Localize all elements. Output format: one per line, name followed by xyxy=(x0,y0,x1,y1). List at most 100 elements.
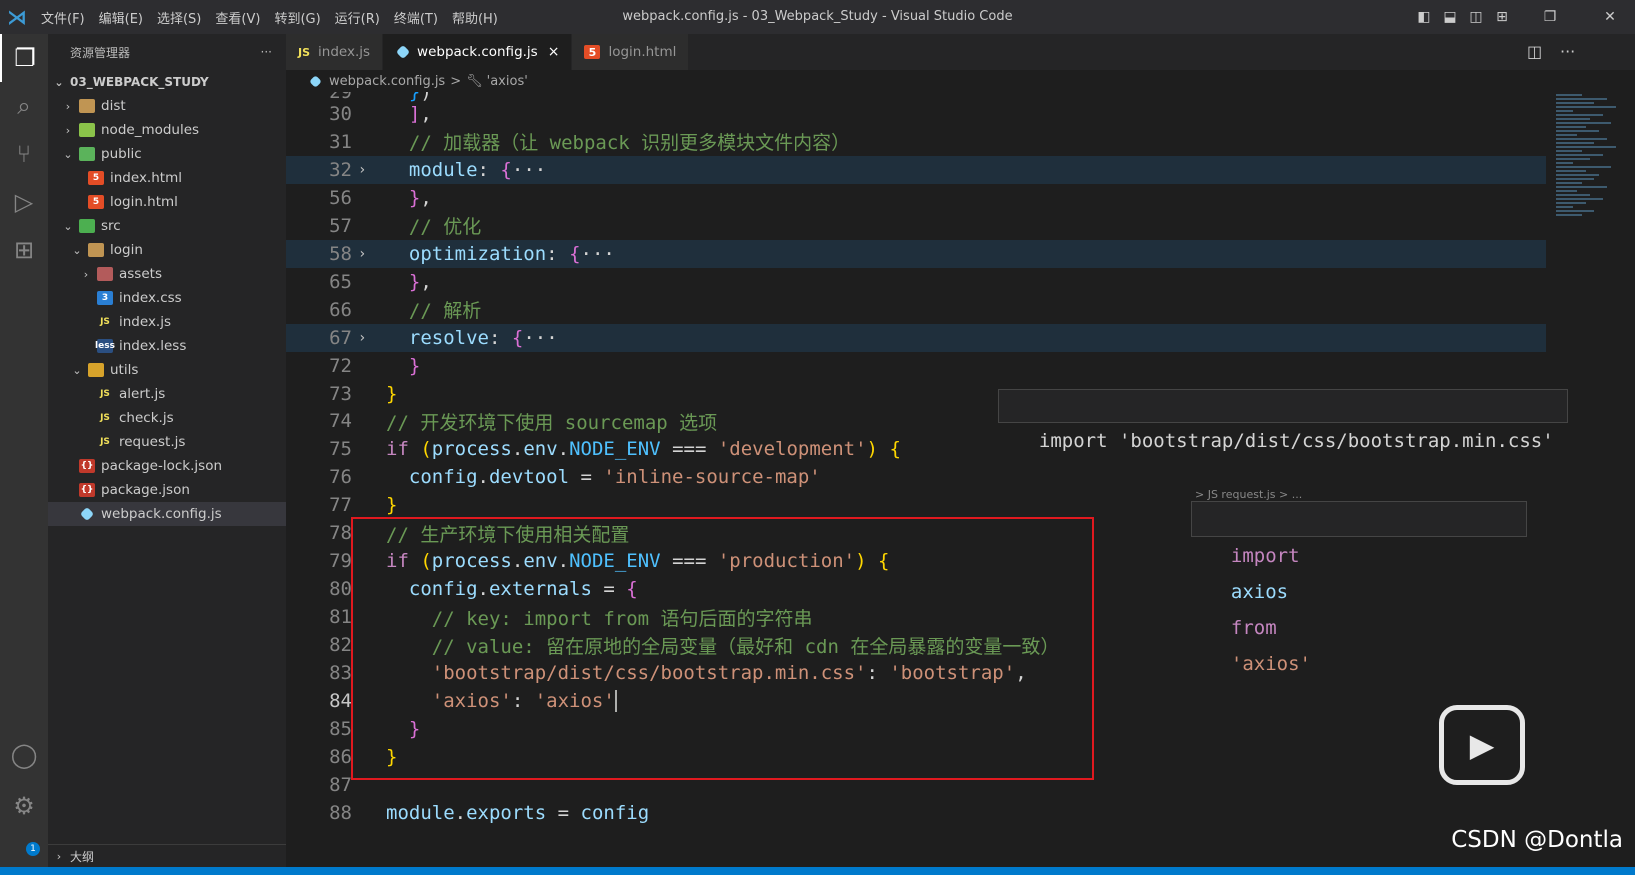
fold-chevron-icon[interactable]: › xyxy=(358,330,370,346)
chevron-down-icon: ⌄ xyxy=(63,147,73,161)
code-line[interactable]: 88 module.exports = config xyxy=(286,799,1546,827)
code-line[interactable]: 66 // 解析 xyxy=(286,296,1546,324)
menu-item[interactable]: 编辑(E) xyxy=(92,8,150,27)
menu-item[interactable]: 选择(S) xyxy=(150,8,208,27)
code-line[interactable]: 56 }, xyxy=(286,184,1546,212)
tree-item[interactable]: ⌄ public xyxy=(48,142,286,166)
tree-item[interactable]: JS check.js xyxy=(48,406,286,430)
menu-item[interactable]: 文件(F) xyxy=(34,8,92,27)
toggle-panel-icon[interactable]: ⬓ xyxy=(1437,0,1463,34)
fold-chevron-icon[interactable]: › xyxy=(358,162,370,178)
explorer-icon[interactable]: ❐ xyxy=(0,34,48,82)
search-icon[interactable]: ⌕ xyxy=(0,82,48,130)
code-editor[interactable]: 29 }) 30 ], 31 // 加载器（让 webpack 识别更多模块文件内容… xyxy=(286,92,1635,867)
code-token: , xyxy=(420,270,432,293)
code-line[interactable]: 83 'bootstrap/dist/css/bootstrap.min.css… xyxy=(286,659,1546,687)
code-line[interactable]: 30 ], xyxy=(286,100,1546,128)
minimap-line xyxy=(1556,154,1603,156)
run-debug-icon[interactable]: ▷ xyxy=(0,178,48,226)
js-file-icon: JS xyxy=(100,437,110,447)
split-editor-icon[interactable]: ◫ xyxy=(1527,34,1542,70)
breadcrumb-symbol[interactable]: 'axios' xyxy=(487,74,528,89)
tree-item[interactable]: JS request.js xyxy=(48,430,286,454)
code-line[interactable]: 76 config.devtool = 'inline-source-map' xyxy=(286,463,1546,491)
menu-item[interactable]: 运行(R) xyxy=(328,8,387,27)
tree-item[interactable]: {} package-lock.json xyxy=(48,454,286,478)
code-line[interactable]: 31 // 加载器（让 webpack 识别更多模块文件内容） xyxy=(286,128,1546,156)
code-line[interactable]: 32 › module: {··· xyxy=(286,155,1546,184)
customize-layout-icon[interactable]: ⊞ xyxy=(1489,0,1515,34)
minimap-line xyxy=(1556,134,1578,136)
code-content: // 加载器（让 webpack 识别更多模块文件内容） xyxy=(386,128,850,155)
tree-item[interactable]: 3 index.css xyxy=(48,286,286,310)
editor-tab[interactable]: 5 login.html xyxy=(572,34,690,70)
code-token: env xyxy=(523,550,558,573)
tree-item[interactable]: {} package.json xyxy=(48,478,286,502)
code-line[interactable]: 87 xyxy=(286,771,1546,799)
tree-item[interactable]: ⌄ login xyxy=(48,238,286,262)
code-token: 'axios' xyxy=(534,689,615,712)
tree-item[interactable]: › assets xyxy=(48,262,286,286)
close-window-icon[interactable]: ✕ xyxy=(1585,0,1635,34)
code-line[interactable]: 57 // 优化 xyxy=(286,212,1546,240)
editor-tab[interactable]: JS index.js xyxy=(286,34,384,70)
code-token: 'axios' xyxy=(431,689,512,712)
code-content: } xyxy=(386,355,420,377)
tree-item[interactable]: ⌄ src xyxy=(48,214,286,238)
code-line[interactable]: 65 }, xyxy=(286,268,1546,296)
code-line[interactable]: 80 config.externals = { xyxy=(286,575,1546,603)
extensions-icon[interactable]: ⊞ xyxy=(0,226,48,274)
tree-item[interactable]: › dist xyxy=(48,94,286,118)
tree-item[interactable]: 5 index.html xyxy=(48,166,286,190)
close-tab-icon[interactable]: × xyxy=(548,44,560,60)
editor-tab[interactable]: webpack.config.js × xyxy=(383,34,573,70)
webpack-file-icon xyxy=(395,44,411,60)
code-token: ( xyxy=(420,550,432,573)
code-line[interactable]: 84 'axios': 'axios' xyxy=(286,687,1546,715)
code-token: = xyxy=(546,801,581,824)
code-line[interactable]: 72 } xyxy=(286,352,1546,380)
tree-item[interactable]: › node_modules xyxy=(48,118,286,142)
code-line[interactable]: 86} xyxy=(286,743,1546,771)
source-control-icon[interactable]: ⑂ xyxy=(0,130,48,178)
code-line[interactable]: 82 // value: 留在原地的全局变量（最好和 cdn 在全局暴露的变量一… xyxy=(286,631,1546,659)
line-number: 86 xyxy=(329,745,352,768)
menu-item[interactable]: 终端(T) xyxy=(387,8,445,27)
breadcrumb-file[interactable]: webpack.config.js xyxy=(329,74,445,89)
menu-item[interactable]: 帮助(H) xyxy=(445,8,505,27)
workspace-root[interactable]: ⌄ 03_WEBPACK_STUDY xyxy=(48,70,286,94)
code-line[interactable]: 67 › resolve: {··· xyxy=(286,323,1546,352)
tree-item[interactable]: less index.less xyxy=(48,334,286,358)
code-line[interactable]: 85 } xyxy=(286,715,1546,743)
code-line[interactable]: 79 if (process.env.NODE_ENV === 'producti… xyxy=(286,547,1546,575)
restore-window-icon[interactable]: ❐ xyxy=(1515,0,1585,34)
code-token: } xyxy=(386,494,398,517)
code-token: { xyxy=(878,550,890,573)
code-content: config.devtool = 'inline-source-map' xyxy=(386,466,821,488)
editor-more-icon[interactable]: ··· xyxy=(1560,34,1575,70)
line-number: 80 xyxy=(329,578,352,601)
tree-item[interactable]: JS alert.js xyxy=(48,382,286,406)
settings-gear-icon[interactable]: ⚙ xyxy=(0,782,48,830)
minimap[interactable] xyxy=(1550,92,1635,332)
minimap-line xyxy=(1556,166,1612,168)
tree-item[interactable]: 5 login.html xyxy=(48,190,286,214)
menu-item[interactable]: 查看(V) xyxy=(208,8,267,27)
outline-section[interactable]: › 大纲 xyxy=(48,844,286,867)
tree-item[interactable]: JS index.js xyxy=(48,310,286,334)
code-line[interactable]: 58 › optimization: {··· xyxy=(286,239,1546,268)
code-line[interactable]: 81 // key: import from 语句后面的字符串 xyxy=(286,603,1546,631)
tree-item-label: utils xyxy=(110,362,139,378)
tree-item[interactable]: webpack.config.js xyxy=(48,502,286,526)
explorer-more-icon[interactable]: ··· xyxy=(261,45,272,59)
account-icon[interactable]: ◯ xyxy=(0,731,48,779)
menu-item[interactable]: 转到(G) xyxy=(267,8,327,27)
code-token: NODE_ENV xyxy=(569,438,661,461)
toggle-secondary-sidebar-icon[interactable]: ◫ xyxy=(1463,0,1489,34)
fold-chevron-icon[interactable]: › xyxy=(358,246,370,262)
tree-item[interactable]: ⌄ utils xyxy=(48,358,286,382)
toggle-sidebar-icon[interactable]: ◧ xyxy=(1411,0,1437,34)
